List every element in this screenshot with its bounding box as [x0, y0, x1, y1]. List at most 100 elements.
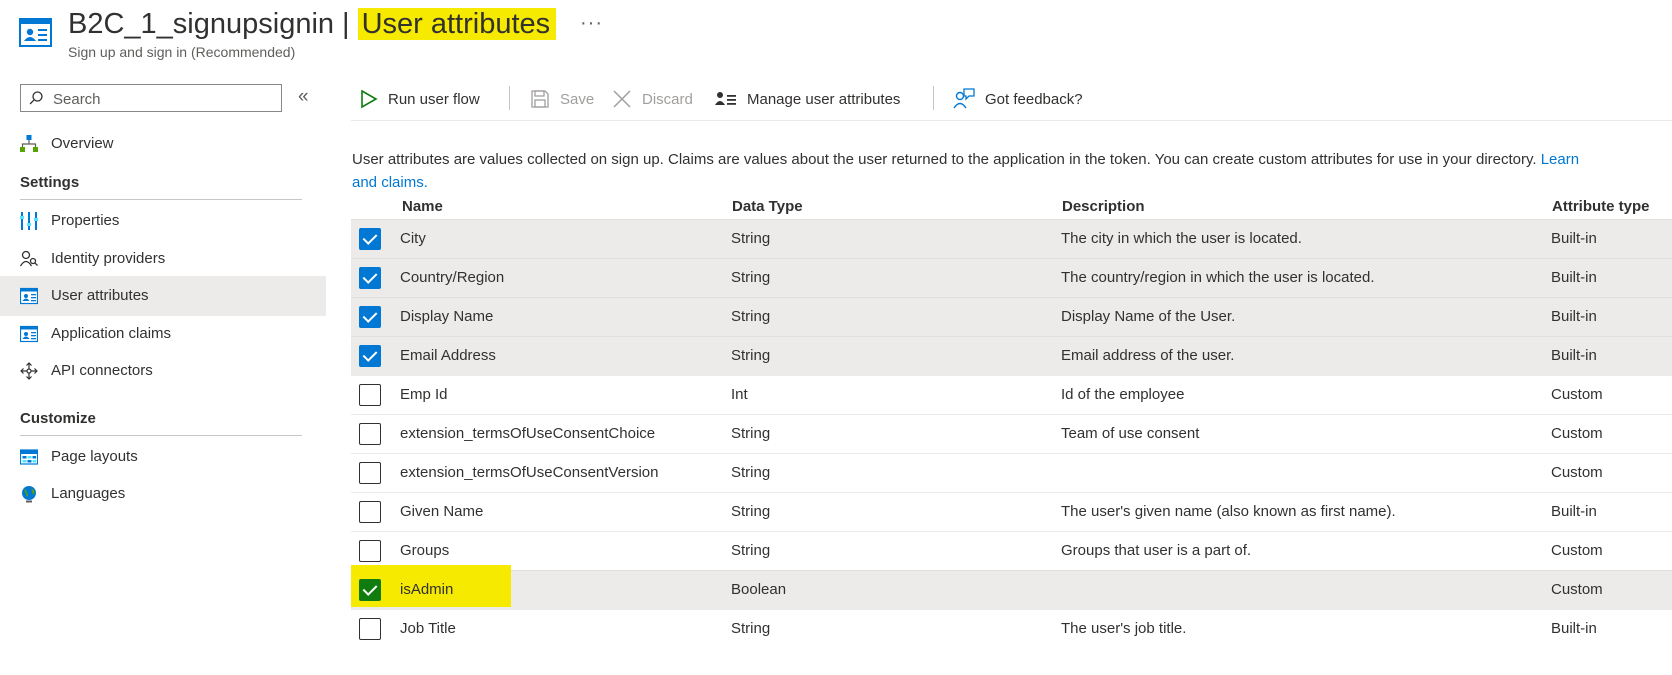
run-user-flow-label: Run user flow: [388, 90, 480, 108]
sidebar-item-label: Properties: [51, 212, 120, 229]
attribute-description: Id of the employee: [1061, 386, 1185, 403]
attribute-data-type: String: [731, 308, 771, 325]
attribute-name: Job Title: [400, 620, 456, 637]
attribute-data-type: String: [731, 269, 771, 286]
attribute-data-type: String: [731, 347, 771, 364]
attribute-data-type: Boolean: [731, 581, 787, 598]
attribute-name: Groups: [400, 542, 450, 559]
section-divider: [20, 435, 302, 436]
attribute-type: Custom: [1551, 386, 1603, 403]
attribute-data-type: String: [731, 425, 771, 442]
feedback-label: Got feedback?: [985, 90, 1083, 108]
attribute-type: Custom: [1551, 425, 1603, 442]
row-checkbox[interactable]: [359, 228, 381, 250]
feedback-icon: [953, 88, 975, 109]
user-flow-blade-icon: [19, 18, 52, 47]
attribute-name: extension_termsOfUseConsentVersion: [400, 464, 659, 481]
attribute-type: Custom: [1551, 581, 1603, 598]
row-checkbox[interactable]: [359, 423, 381, 445]
learn-more-link[interactable]: Learn: [1541, 151, 1579, 168]
description-text: User attributes are values collected on …: [352, 151, 1537, 168]
attribute-type: Built-in: [1551, 503, 1597, 520]
column-header-data-type[interactable]: Data Type: [732, 198, 803, 215]
attribute-type: Built-in: [1551, 269, 1597, 286]
manage-user-attributes-button[interactable]: Manage user attributes: [715, 84, 900, 114]
sidebar-item-label: Overview: [51, 135, 114, 152]
table-row[interactable]: Display Name String Display Name of the …: [351, 297, 1672, 336]
row-checkbox[interactable]: [359, 579, 381, 601]
sidebar-item-properties[interactable]: Properties: [0, 201, 326, 241]
table-row[interactable]: extension_termsOfUseConsentVersion Strin…: [351, 453, 1672, 492]
row-checkbox[interactable]: [359, 462, 381, 484]
attribute-description: The country/region in which the user is …: [1061, 269, 1375, 286]
column-header-name[interactable]: Name: [402, 198, 443, 215]
save-label: Save: [560, 90, 595, 108]
row-checkbox[interactable]: [359, 267, 381, 289]
sidebar-item-label: Page layouts: [51, 448, 138, 465]
table-row[interactable]: Given Name String The user's given name …: [351, 492, 1672, 531]
sidebar-item-identity-providers[interactable]: Identity providers: [0, 239, 326, 279]
discard-label: Discard: [642, 90, 693, 108]
attribute-data-type: String: [731, 542, 771, 559]
page-description: User attributes are values collected on …: [352, 148, 1672, 194]
title-separator: |: [342, 8, 350, 40]
sidebar-item-page-layouts[interactable]: Page layouts: [0, 437, 326, 477]
attribute-description: Email address of the user.: [1061, 347, 1235, 364]
sidebar-item-label: Identity providers: [51, 250, 166, 267]
row-checkbox[interactable]: [359, 384, 381, 406]
play-icon: [361, 89, 378, 109]
run-user-flow-button[interactable]: Run user flow: [360, 84, 480, 114]
got-feedback-button[interactable]: Got feedback?: [953, 84, 1083, 114]
attribute-name: Emp Id: [400, 386, 448, 403]
toolbar-separator: [351, 120, 1672, 121]
attribute-description: Team of use consent: [1061, 425, 1200, 442]
page-layouts-icon: [20, 449, 38, 465]
manage-attributes-icon: [715, 92, 736, 105]
attribute-type: Built-in: [1551, 308, 1597, 325]
row-checkbox[interactable]: [359, 618, 381, 640]
discard-button[interactable]: Discard: [612, 84, 693, 114]
page-title: B2C_1_signupsignin | User attributes: [68, 6, 557, 42]
table-row[interactable]: isAdmin Boolean Custom: [351, 565, 1672, 609]
table-row[interactable]: City String The city in which the user i…: [351, 219, 1672, 258]
table-row[interactable]: Job Title String The user's job title. B…: [351, 609, 1672, 648]
attribute-description: The user's job title.: [1061, 620, 1187, 637]
sidebar-item-api-connectors[interactable]: API connectors: [0, 351, 326, 391]
page-subtitle: Sign up and sign in (Recommended): [68, 44, 296, 60]
row-checkbox[interactable]: [359, 501, 381, 523]
attribute-name: extension_termsOfUseConsentChoice: [400, 425, 656, 442]
overview-icon: [20, 135, 38, 152]
attribute-data-type: String: [731, 620, 771, 637]
sidebar-item-application-claims[interactable]: Application claims: [0, 314, 326, 354]
languages-icon: [22, 486, 36, 503]
sidebar-item-user-attributes[interactable]: User attributes: [0, 276, 326, 316]
sidebar-item-overview[interactable]: Overview: [0, 124, 326, 164]
search-input[interactable]: [51, 88, 280, 110]
learn-more-link-continued[interactable]: and claims.: [352, 174, 428, 191]
attribute-data-type: String: [731, 503, 771, 520]
attribute-data-type: String: [731, 464, 771, 481]
save-button[interactable]: Save: [530, 84, 594, 114]
table-row[interactable]: Email Address String Email address of th…: [351, 336, 1672, 375]
table-row[interactable]: Country/Region String The country/region…: [351, 258, 1672, 297]
column-header-attribute-type[interactable]: Attribute type: [1552, 198, 1650, 215]
attribute-name: Given Name: [400, 503, 484, 520]
close-icon: [613, 90, 631, 108]
manage-label: Manage user attributes: [747, 90, 901, 108]
more-options-button[interactable]: ···: [580, 12, 603, 35]
row-checkbox[interactable]: [359, 540, 381, 562]
search-box[interactable]: [20, 84, 282, 112]
row-checkbox[interactable]: [359, 306, 381, 328]
user-attributes-icon: [20, 287, 38, 305]
row-checkbox[interactable]: [359, 345, 381, 367]
table-row[interactable]: Emp Id Int Id of the employee Custom: [351, 375, 1672, 414]
collapse-sidebar-button[interactable]: «: [298, 86, 309, 108]
sidebar-item-label: Application claims: [51, 325, 172, 342]
table-row[interactable]: extension_termsOfUseConsentChoice String…: [351, 414, 1672, 453]
column-header-description[interactable]: Description: [1062, 198, 1145, 215]
sidebar-item-languages[interactable]: Languages: [0, 474, 326, 514]
attribute-description: The city in which the user is located.: [1061, 230, 1302, 247]
attribute-data-type: String: [731, 230, 771, 247]
save-icon: [531, 90, 549, 108]
table-row[interactable]: Groups String Groups that user is a part…: [351, 531, 1672, 570]
